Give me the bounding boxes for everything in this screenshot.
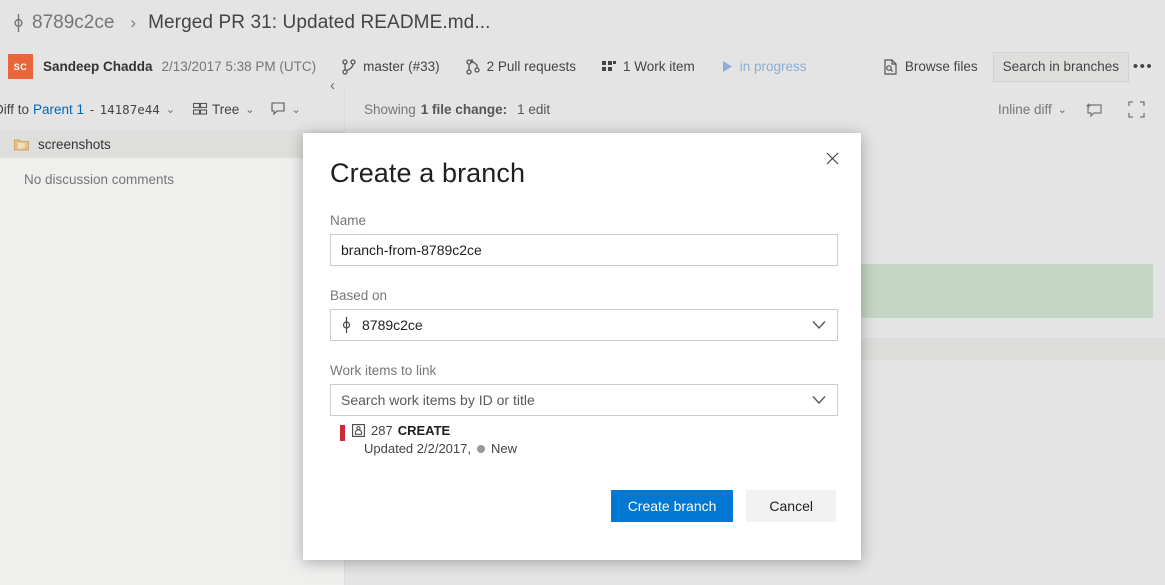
browse-files-button[interactable]: Browse files [874, 52, 987, 82]
commit-timestamp: 2/13/2017 5:38 PM (UTC) [161, 59, 317, 74]
create-branch-dialog: Create a branch Name branch-from-8789c2c… [303, 133, 861, 560]
folder-icon [14, 138, 29, 151]
fullscreen-icon [1127, 101, 1145, 118]
diff-to-sha: 14187e44 [99, 101, 160, 117]
branch-icon [342, 58, 356, 75]
based-on-label: Based on [330, 288, 388, 303]
diff-file-change-count: 1 file change: [420, 102, 508, 117]
chevron-down-icon: ⌄ [1057, 104, 1067, 116]
chevron-down-icon: ⌄ [245, 103, 255, 116]
pull-requests-label: 2 Pull requests [486, 59, 576, 74]
dialog-body: Name branch-from-8789c2ce Based on 8789c… [330, 213, 838, 456]
diff-view-mode-selector[interactable]: Inline diff ⌄ [998, 102, 1067, 117]
work-items-label: 1 Work item [622, 59, 695, 74]
diff-to-dash: - [88, 101, 96, 117]
based-on-select[interactable]: 8789c2ce [330, 309, 838, 341]
tree-label: Tree [212, 101, 240, 117]
close-icon[interactable] [817, 143, 847, 173]
play-icon [721, 60, 733, 73]
cancel-button[interactable]: Cancel [746, 490, 836, 522]
commit-meta-toolbar: SC Sandeep Chadda 2/13/2017 5:38 PM (UTC… [0, 45, 1165, 88]
work-item-updated: Updated 2/2/2017, [364, 441, 471, 456]
chevron-down-icon: ⌄ [165, 103, 176, 116]
work-item-texts: 287 CREATE Updated 2/2/2017, New [352, 423, 517, 456]
branch-icon [12, 13, 25, 33]
page-title: Merged PR 31: Updated README.md... [148, 11, 491, 33]
pull-request-icon [465, 58, 480, 75]
work-items-field-group: Work items to link Search work items by … [330, 363, 838, 456]
dialog-title: Create a branch [330, 158, 526, 188]
breadcrumb-commit-id: 8789c2ce [32, 11, 115, 33]
breadcrumb-commit[interactable]: 8789c2ce [12, 12, 114, 34]
work-items-search-input[interactable]: Search work items by ID or title [330, 384, 838, 416]
name-field-group: Name branch-from-8789c2ce [330, 213, 838, 266]
work-items-placeholder: Search work items by ID or title [341, 392, 535, 408]
work-item-title: CREATE [397, 423, 451, 438]
user-story-icon [352, 424, 365, 437]
name-label: Name [330, 213, 367, 228]
diff-edit-count: 1 edit [517, 102, 551, 117]
diff-summary-header: Showing 1 file change: 1 edit Inline dif… [346, 88, 1165, 131]
build-status[interactable]: in progress [721, 59, 807, 74]
create-branch-button[interactable]: Create branch [610, 490, 734, 522]
linked-work-item-row[interactable]: 287 CREATE Updated 2/2/2017, New [330, 423, 838, 456]
breadcrumb-bar: 8789c2ce › Merged PR 31: Updated README.… [0, 0, 1165, 45]
tree-item-label: screenshots [38, 136, 111, 152]
work-item-primary-line: 287 CREATE [352, 423, 517, 438]
chevron-down-icon: ⌄ [291, 103, 301, 116]
app-root: 8789c2ce › Merged PR 31: Updated README.… [0, 0, 1165, 585]
work-item-id: 287 [371, 423, 393, 438]
work-item-state-dot-icon [476, 444, 485, 453]
browse-files-icon [883, 58, 898, 75]
based-on-field-group: Based on 8789c2ce [330, 288, 838, 341]
diff-sidebar: Diff to Parent 1 - 14187e44 ⌄ Tree ⌄ [0, 78, 345, 585]
chevron-down-icon [812, 321, 826, 330]
sidebar-collapse-button[interactable]: ‹ [330, 78, 335, 93]
tree-view-button[interactable]: Tree ⌄ [193, 101, 255, 117]
add-comment-button[interactable] [1079, 95, 1109, 125]
branch-name-input[interactable]: branch-from-8789c2ce [330, 234, 838, 266]
branch-label: master (#33) [363, 59, 440, 74]
diff-view-mode-label: Inline diff [997, 102, 1052, 117]
comments-filter-button[interactable]: ⌄ [270, 102, 301, 116]
tree-item-folder[interactable]: screenshots [0, 130, 344, 158]
breadcrumb-separator: › [130, 13, 137, 32]
branch-name-value: branch-from-8789c2ce [341, 242, 482, 258]
work-items-label: Work items to link [330, 363, 437, 378]
diff-showing-prefix: Showing [364, 102, 416, 117]
author-name: Sandeep Chadda [43, 59, 153, 74]
build-status-label: in progress [739, 59, 807, 74]
work-items-link[interactable]: 1 Work item [601, 59, 695, 74]
more-actions-button[interactable]: ••• [1129, 52, 1157, 82]
chevron-down-icon [812, 396, 826, 405]
work-item-secondary-line: Updated 2/2/2017, New [364, 441, 517, 456]
comment-icon [270, 102, 286, 116]
no-discussion-comments-message: No discussion comments [24, 172, 175, 187]
based-on-value: 8789c2ce [362, 317, 423, 333]
branch-link[interactable]: master (#33) [342, 58, 440, 75]
pull-requests-link[interactable]: 2 Pull requests [465, 58, 576, 75]
browse-files-label: Browse files [904, 59, 978, 74]
search-in-branches-label: Search in branches [1002, 59, 1119, 74]
diff-header-actions: Inline diff ⌄ [998, 95, 1165, 125]
dialog-actions: Create branch Cancel [610, 490, 836, 522]
work-item-icon [601, 60, 616, 74]
work-item-color-bar [340, 425, 345, 441]
avatar: SC [8, 54, 33, 79]
search-in-branches-button[interactable]: Search in branches [992, 51, 1129, 82]
branch-icon [341, 316, 352, 334]
add-comment-icon [1085, 101, 1103, 118]
fullscreen-button[interactable] [1121, 95, 1151, 125]
diff-to-parent-link[interactable]: Parent 1 [33, 102, 84, 117]
work-item-state: New [490, 441, 517, 456]
diff-to-label: Diff to [0, 101, 30, 117]
tree-icon [193, 102, 208, 116]
diff-to-selector[interactable]: Diff to Parent 1 - 14187e44 ⌄ [0, 102, 175, 117]
sidebar-toolbar: Diff to Parent 1 - 14187e44 ⌄ Tree ⌄ [0, 78, 344, 130]
